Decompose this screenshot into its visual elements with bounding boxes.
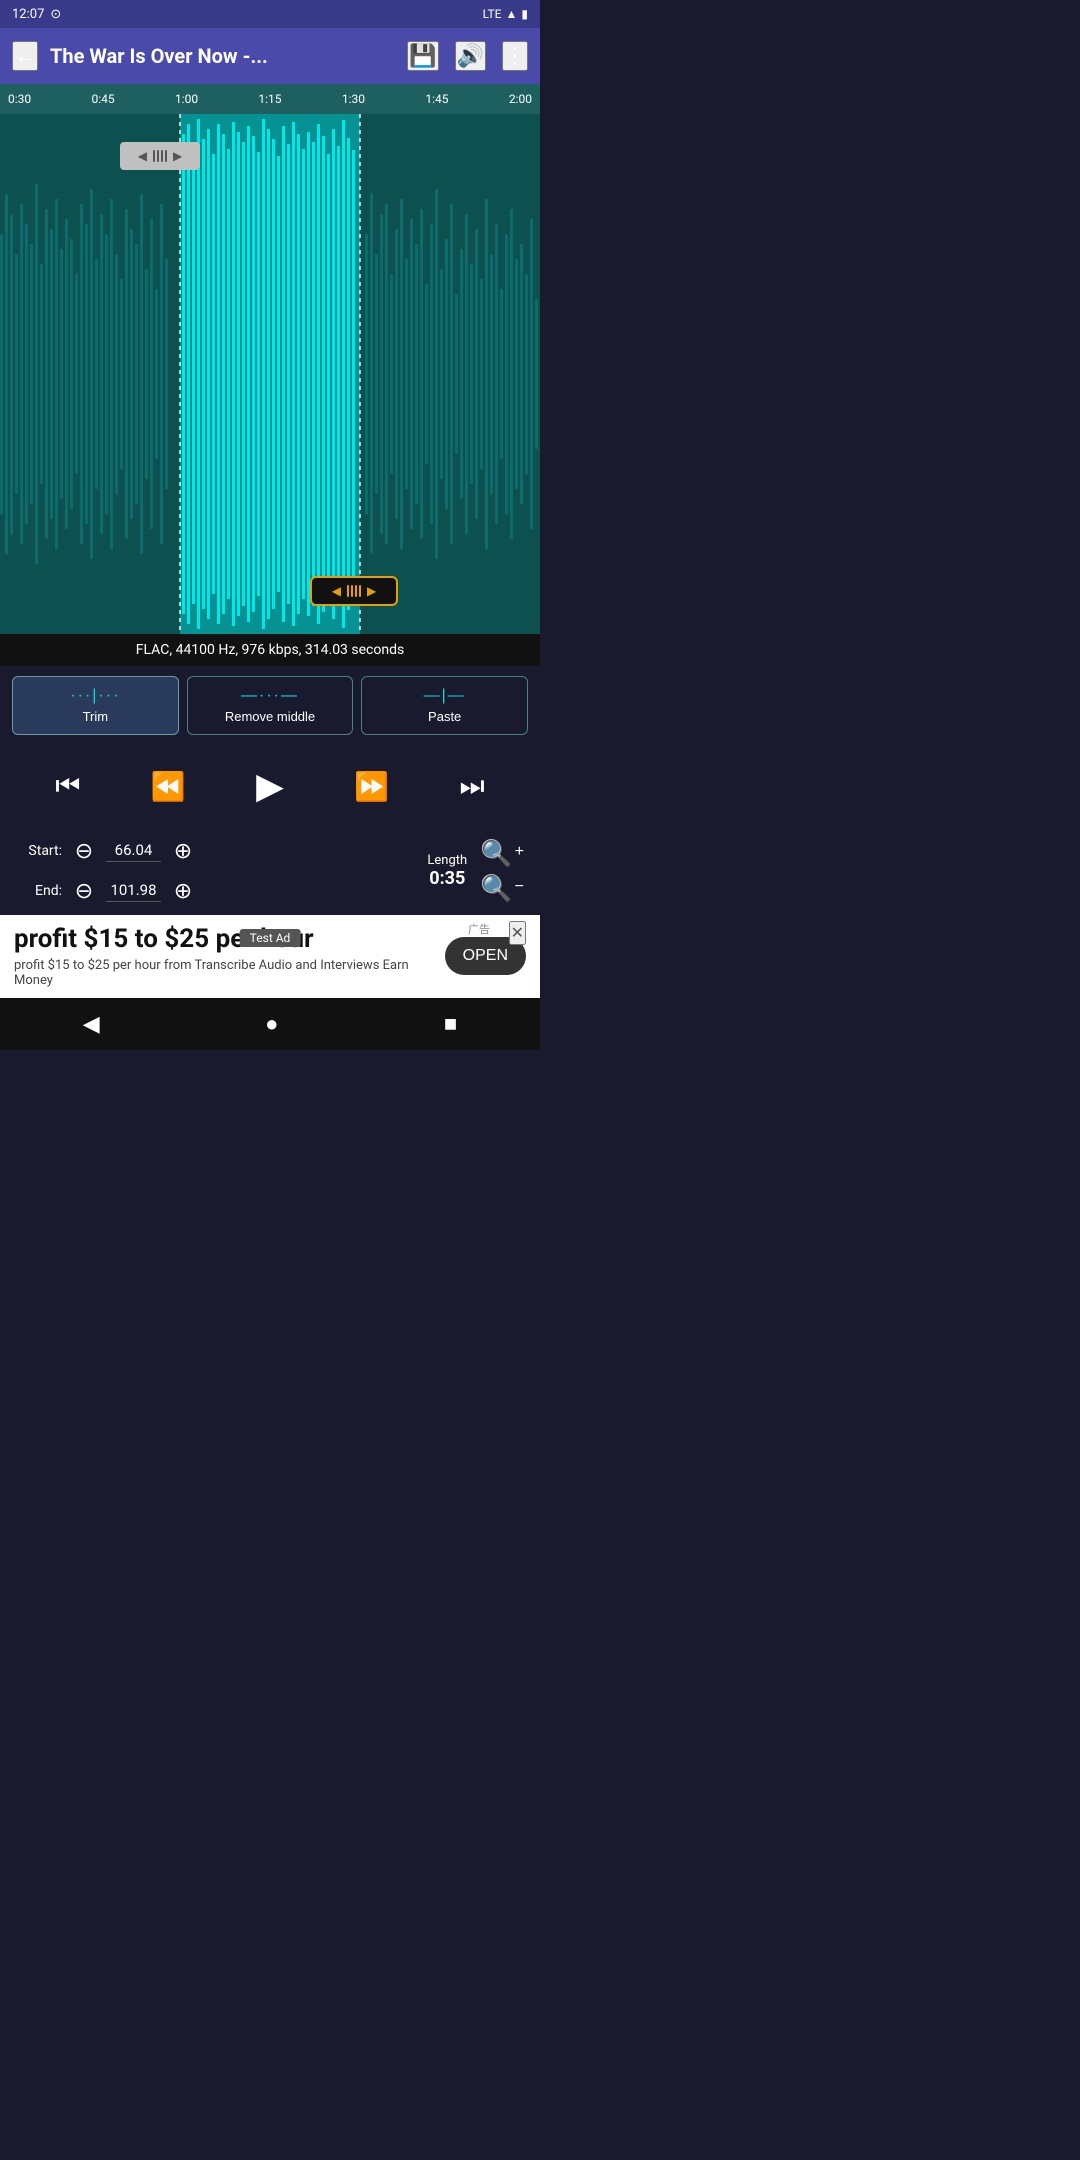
ad-banner: 广告 ✕ Test Ad profit $15 to $25 per hour …: [0, 915, 540, 998]
waveform-container[interactable]: ◀ ▶ ◀ ▶: [0, 114, 540, 634]
zoom-out-button[interactable]: 🔍 −: [480, 873, 524, 904]
ad-close-button[interactable]: ✕: [509, 921, 526, 945]
time-controls: Start: ⊖ 66.04 ⊕ End: ⊖ 101.98 ⊕ Length …: [0, 827, 540, 915]
start-row: Start: ⊖ 66.04 ⊕: [16, 835, 414, 867]
skip-start-button[interactable]: ⏮: [47, 762, 88, 811]
length-label: Length: [427, 853, 467, 868]
header-icons: 💾 🔊 ⋮: [407, 41, 528, 71]
start-plus-button[interactable]: ⊕: [167, 835, 199, 867]
ad-title: profit $15 to $25 per hour: [14, 925, 435, 954]
waveform-svg: [0, 114, 540, 634]
battery-icon: ▮: [521, 7, 528, 21]
start-label: Start:: [16, 843, 62, 859]
play-icon: ▶: [256, 765, 284, 806]
remove-middle-icon: —···—: [241, 687, 299, 705]
status-right: LTE ▲ ▮: [483, 7, 528, 21]
length-block: Length 0:35: [422, 853, 472, 889]
end-row: End: ⊖ 101.98 ⊕: [16, 875, 414, 907]
paste-button[interactable]: —|— Paste: [361, 676, 528, 735]
handle-right-arrow-gold: ▶: [367, 584, 376, 598]
fast-forward-button[interactable]: ⏩: [346, 762, 397, 811]
paste-icon: —|—: [424, 687, 466, 705]
zoom-controls: 🔍 + 🔍 −: [480, 838, 524, 904]
timeline-ruler: 0:30 0:45 1:00 1:15 1:30 1:45 2:00: [0, 84, 540, 114]
remove-middle-label: Remove middle: [225, 709, 315, 724]
ruler-mark: 2:00: [509, 92, 532, 106]
end-handle[interactable]: ◀ ▶: [310, 576, 398, 606]
transport-controls: ⏮ ⏪ ▶ ⏩ ⏭: [0, 745, 540, 827]
paste-label: Paste: [428, 709, 461, 724]
nav-recent-button[interactable]: ■: [420, 1003, 481, 1045]
ruler-mark: 1:30: [342, 92, 365, 106]
bottom-nav: ◀ ● ■: [0, 998, 540, 1050]
ruler-mark: 1:15: [258, 92, 281, 106]
status-left: 12:07 ⊙: [12, 7, 61, 22]
skip-start-icon: ⏮: [55, 770, 80, 801]
ad-test-label: Test Ad: [240, 929, 301, 947]
zoom-in-button[interactable]: 🔍 +: [480, 838, 524, 869]
start-value: 66.04: [106, 841, 161, 862]
end-plus-button[interactable]: ⊕: [167, 875, 199, 907]
lte-icon: LTE: [483, 7, 502, 21]
volume-icon: 🔊: [457, 43, 484, 68]
rewind-button[interactable]: ⏪: [143, 762, 194, 811]
page-title: The War Is Over Now -...: [50, 44, 395, 68]
more-icon: ⋮: [504, 43, 526, 68]
handle-right-arrow: ▶: [173, 149, 182, 163]
save-icon: 💾: [409, 43, 436, 68]
ruler-mark: 0:45: [91, 92, 114, 106]
volume-button[interactable]: 🔊: [455, 41, 486, 71]
skip-end-icon: ⏭: [460, 770, 485, 801]
ruler-marks: 0:30 0:45 1:00 1:15 1:30 1:45 2:00: [8, 92, 532, 106]
more-button[interactable]: ⋮: [502, 41, 528, 71]
handle-lines: [153, 150, 167, 162]
ruler-mark: 1:00: [175, 92, 198, 106]
status-time: 12:07: [12, 7, 44, 22]
length-value: 0:35: [429, 868, 465, 889]
edit-modes: ···|··· Trim —···— Remove middle —|— Pas…: [0, 666, 540, 745]
ad-subtitle: profit $15 to $25 per hour from Transcri…: [14, 958, 435, 988]
ad-text: profit $15 to $25 per hour profit $15 to…: [14, 925, 435, 988]
start-minus-button[interactable]: ⊖: [68, 835, 100, 867]
zoom-in-icon: 🔍: [480, 838, 512, 869]
ruler-mark: 0:30: [8, 92, 31, 106]
trim-icon: ···|···: [70, 687, 120, 705]
status-bar: 12:07 ⊙ LTE ▲ ▮: [0, 0, 540, 28]
trim-label: Trim: [83, 709, 109, 724]
file-info: FLAC, 44100 Hz, 976 kbps, 314.03 seconds: [0, 634, 540, 666]
end-value: 101.98: [106, 881, 161, 902]
nav-back-button[interactable]: ◀: [59, 1003, 124, 1045]
file-info-text: FLAC, 44100 Hz, 976 kbps, 314.03 seconds: [136, 642, 404, 658]
start-handle[interactable]: ◀ ▶: [120, 142, 200, 170]
save-button[interactable]: 💾: [407, 41, 438, 71]
handle-left-arrow-gold: ◀: [332, 584, 341, 598]
end-minus-button[interactable]: ⊖: [68, 875, 100, 907]
remove-middle-button[interactable]: —···— Remove middle: [187, 676, 354, 735]
status-icon: ⊙: [50, 7, 61, 22]
back-button[interactable]: ←: [12, 41, 38, 71]
time-group: Start: ⊖ 66.04 ⊕ End: ⊖ 101.98 ⊕: [16, 835, 414, 907]
ad-tag: 广告: [468, 921, 490, 937]
zoom-in-plus: +: [515, 843, 524, 861]
handle-left-arrow: ◀: [138, 149, 147, 163]
signal-icon: ▲: [506, 7, 518, 21]
fast-forward-icon: ⏩: [354, 771, 389, 802]
zoom-out-icon: 🔍: [480, 873, 512, 904]
app-header: ← The War Is Over Now -... 💾 🔊 ⋮: [0, 28, 540, 84]
handle-lines-gold: [347, 585, 361, 597]
trim-mode-button[interactable]: ···|··· Trim: [12, 676, 179, 735]
nav-home-button[interactable]: ●: [241, 1003, 302, 1045]
skip-end-button[interactable]: ⏭: [452, 762, 493, 811]
end-label: End:: [16, 883, 62, 899]
play-button[interactable]: ▶: [248, 757, 292, 815]
zoom-out-minus: −: [515, 878, 524, 896]
ruler-mark: 1:45: [425, 92, 448, 106]
rewind-icon: ⏪: [151, 771, 186, 802]
